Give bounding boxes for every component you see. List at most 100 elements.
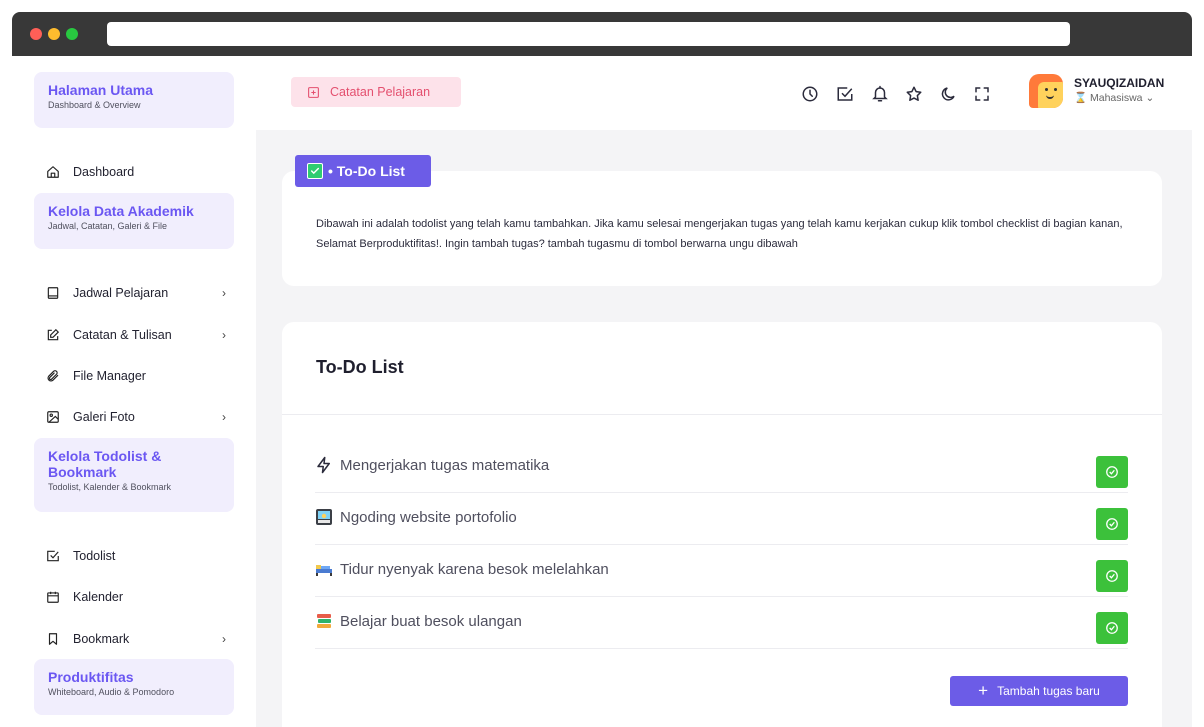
sidebar-group-halaman-utama: Halaman Utama Dashboard & Overview [34,72,234,128]
topbar: Catatan Pelajaran SYAUQIZAIDAN ⌛ Mahasis… [256,56,1192,130]
avatar-eye [1054,88,1057,91]
fullscreen-icon[interactable] [973,85,991,103]
task-text-row: Mengerjakan tugas matematika [315,456,549,474]
user-name[interactable]: SYAUQIZAIDAN [1074,76,1164,90]
chevron-down-icon: ⌄ [1145,92,1155,104]
lightning-icon [315,456,333,474]
paperclip-icon [47,370,59,382]
book-icon [47,287,59,299]
sidebar-item-kalender[interactable]: Kalender [46,586,226,608]
home-icon [47,166,59,178]
sidebar-item-label: Bookmark [73,632,130,646]
task-item: Tidur nyenyak karena besok melelahkan [315,545,1128,597]
divider [282,414,1162,415]
sidebar-item-dashboard[interactable]: Dashboard [46,161,226,183]
complete-task-button[interactable] [1096,456,1128,488]
check-circle-icon [1106,570,1118,582]
sidebar-item-label: Kalender [73,590,124,604]
bed-emoji-icon [315,560,333,578]
checkbox-icon[interactable] [836,85,854,103]
image-icon [47,411,59,423]
avatar[interactable] [1029,74,1063,108]
chevron-right-icon: › [222,328,226,342]
task-text-row: Ngoding website portofolio [315,508,517,526]
plus-square-icon [308,86,319,98]
check-circle-icon [1106,518,1118,530]
group-subtitle: Dashboard & Overview [48,100,141,110]
checkbox-icon [47,550,59,562]
sidebar-item-label: Todolist [73,549,116,563]
sidebar-item-galeri-foto[interactable]: Galeri Foto › [46,406,226,428]
sidebar-item-label: Dashboard [73,165,135,179]
books-emoji-icon [315,612,333,630]
check-circle-icon [1106,622,1118,634]
task-label: Belajar buat besok ulangan [340,612,522,630]
task-label: Mengerjakan tugas matematika [340,456,550,474]
maximize-window-dot[interactable] [66,28,78,40]
user-role-dropdown[interactable]: ⌛ Mahasiswa ⌄ [1074,91,1154,104]
avatar-eye [1045,88,1048,91]
task-label: Ngoding website portofolio [340,508,517,526]
task-text-row: Belajar buat besok ulangan [315,612,522,630]
task-text-row: Tidur nyenyak karena besok melelahkan [315,560,609,578]
clock-icon[interactable] [801,85,819,103]
complete-task-button[interactable] [1096,560,1128,592]
moon-icon[interactable] [939,85,957,103]
hourglass-icon: ⌛ [1074,92,1088,104]
sidebar-item-label: Galeri Foto [73,410,135,424]
add-task-label: Tambah tugas baru [997,684,1100,698]
browser-window: Halaman Utama Dashboard & Overview Dashb… [12,12,1192,727]
bookmark-icon [48,633,58,645]
todo-badge: • To-Do List [295,155,431,187]
task-item: Mengerjakan tugas matematika [315,441,1128,493]
task-label: Tidur nyenyak karena besok melelahkan [340,560,609,578]
group-title: Produktifitas [48,669,134,685]
sidebar-item-bookmark[interactable]: Bookmark › [46,628,226,650]
group-title: Kelola Data Akademik [48,203,194,219]
star-icon[interactable] [905,85,923,103]
sidebar: Halaman Utama Dashboard & Overview Dashb… [12,56,256,727]
sidebar-item-label: Jadwal Pelajaran [73,286,169,300]
sidebar-group-produktifitas: Produktifitas Whiteboard, Audio & Pomodo… [34,659,234,715]
group-subtitle: Whiteboard, Audio & Pomodoro [48,687,175,697]
sidebar-group-kelola-todolist: Kelola Todolist & Bookmark Todolist, Kal… [34,438,234,512]
task-item: Ngoding website portofolio [315,493,1128,545]
address-bar[interactable] [107,22,1070,46]
chevron-right-icon: › [222,632,226,646]
bell-icon[interactable] [871,85,889,103]
close-window-dot[interactable] [30,28,42,40]
plus-icon: + [978,681,989,700]
intro-description: Dibawah ini adalah todolist yang telah k… [316,218,1123,250]
calendar-icon [47,591,59,603]
catatan-pelajaran-button[interactable]: Catatan Pelajaran [291,77,461,107]
browser-chrome [12,12,1192,56]
sidebar-item-file-manager[interactable]: File Manager [46,365,226,387]
sidebar-item-todolist[interactable]: Todolist [46,545,226,567]
group-title: Halaman Utama [48,82,154,98]
user-role-label: Mahasiswa [1090,92,1143,104]
sidebar-item-label: File Manager [73,369,146,383]
sidebar-group-kelola-data-akademik: Kelola Data Akademik Jadwal, Catatan, Ga… [34,193,234,249]
group-subtitle: Todolist, Kalender & Bookmark [48,482,172,492]
add-task-button[interactable]: + Tambah tugas baru [950,676,1128,706]
edit-icon [47,328,60,341]
check-circle-icon [1106,466,1118,478]
sidebar-item-jadwal-pelajaran[interactable]: Jadwal Pelajaran › [46,282,226,304]
catatan-pelajaran-label: Catatan Pelajaran [330,85,431,99]
chevron-right-icon: › [222,286,226,300]
todo-card: To-Do List Mengerjakan tugas matematika … [282,322,1162,727]
badge-label: • To-Do List [328,163,405,179]
group-subtitle: Jadwal, Catatan, Galeri & File [48,221,168,231]
sidebar-item-label: Catatan & Tulisan [73,328,172,342]
chevron-right-icon: › [222,410,226,424]
group-title: Kelola Todolist & Bookmark [48,448,162,480]
minimize-window-dot[interactable] [48,28,60,40]
task-item: Belajar buat besok ulangan [315,597,1128,649]
complete-task-button[interactable] [1096,612,1128,644]
checkmark-icon [307,163,323,179]
intro-card: Dibawah ini adalah todolist yang telah k… [282,171,1162,286]
complete-task-button[interactable] [1096,508,1128,540]
todo-card-title: To-Do List [316,357,404,377]
laptop-emoji-icon [315,508,333,526]
sidebar-item-catatan-tulisan[interactable]: Catatan & Tulisan › [46,324,226,346]
